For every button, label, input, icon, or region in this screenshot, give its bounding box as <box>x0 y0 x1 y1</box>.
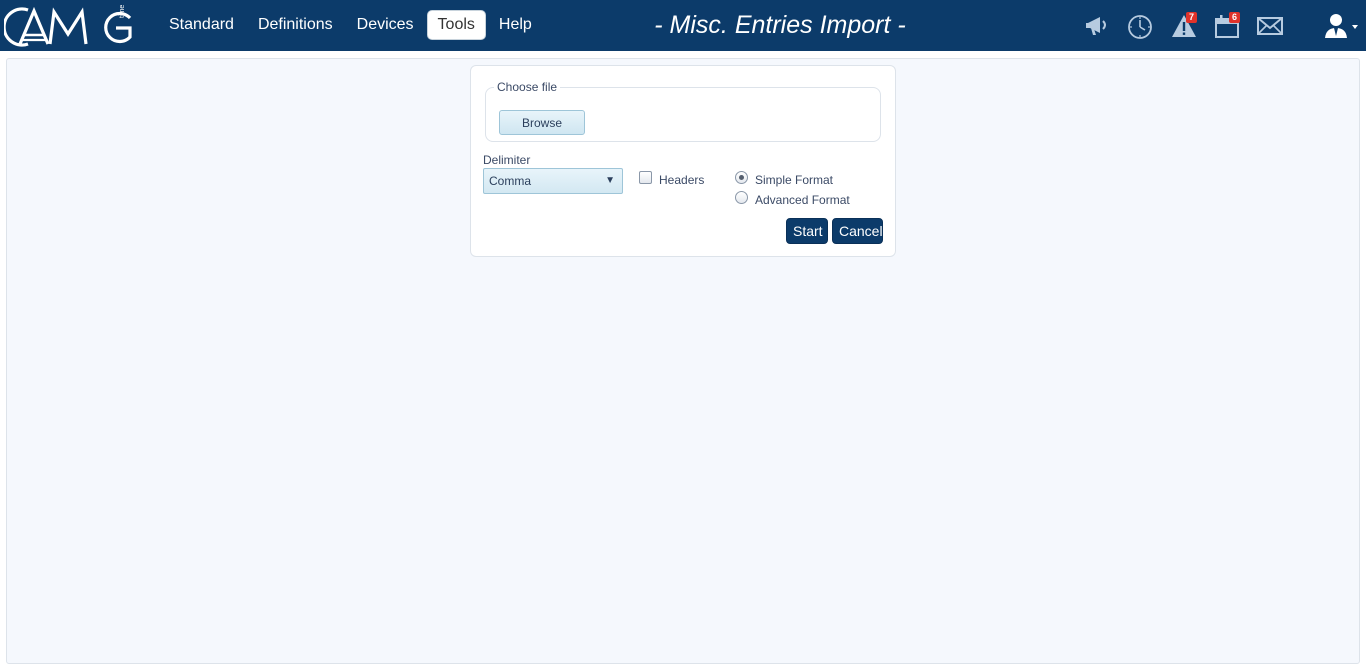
nav-help[interactable]: Help <box>488 10 543 40</box>
main-menu: Standard Definitions Devices Tools Help <box>158 10 545 40</box>
mail-icon[interactable] <box>1254 10 1286 42</box>
dropdown-arrow-icon: ▼ <box>605 175 615 186</box>
choose-file-legend: Choose file <box>497 80 558 94</box>
browse-button[interactable]: Browse <box>499 110 585 135</box>
alert-badge: 7 <box>1186 12 1197 23</box>
advanced-format-label: Advanced Format <box>755 193 850 207</box>
calendar-badge: 6 <box>1229 12 1240 23</box>
clock-icon[interactable] <box>1124 10 1156 42</box>
svg-text:time: time <box>119 5 126 18</box>
delimiter-select[interactable]: Comma ▼ <box>483 168 623 194</box>
megaphone-icon[interactable] <box>1082 10 1114 42</box>
nav-standard[interactable]: Standard <box>158 10 245 40</box>
headers-label: Headers <box>659 173 705 187</box>
nav-devices[interactable]: Devices <box>346 10 425 40</box>
page-title: - Misc. Entries Import - <box>654 11 906 39</box>
top-navigation-bar: time Standard Definitions Devices Tools … <box>0 0 1366 51</box>
delimiter-label: Delimiter <box>483 153 531 167</box>
start-button[interactable]: Start <box>786 218 828 244</box>
import-panel: Choose file Browse Delimiter Comma ▼ Hea… <box>470 65 896 257</box>
simple-format-label: Simple Format <box>755 173 834 187</box>
amg-time-logo[interactable]: time <box>4 4 140 48</box>
nav-tools[interactable]: Tools <box>426 10 486 40</box>
user-icon[interactable] <box>1320 10 1360 42</box>
simple-format-radio[interactable] <box>735 171 748 184</box>
delimiter-value: Comma <box>489 174 532 188</box>
headers-checkbox[interactable] <box>639 171 652 184</box>
choose-file-group: Choose file Browse <box>485 80 881 142</box>
nav-definitions[interactable]: Definitions <box>247 10 344 40</box>
advanced-format-radio[interactable] <box>735 191 748 204</box>
cancel-button[interactable]: Cancel <box>832 218 883 244</box>
